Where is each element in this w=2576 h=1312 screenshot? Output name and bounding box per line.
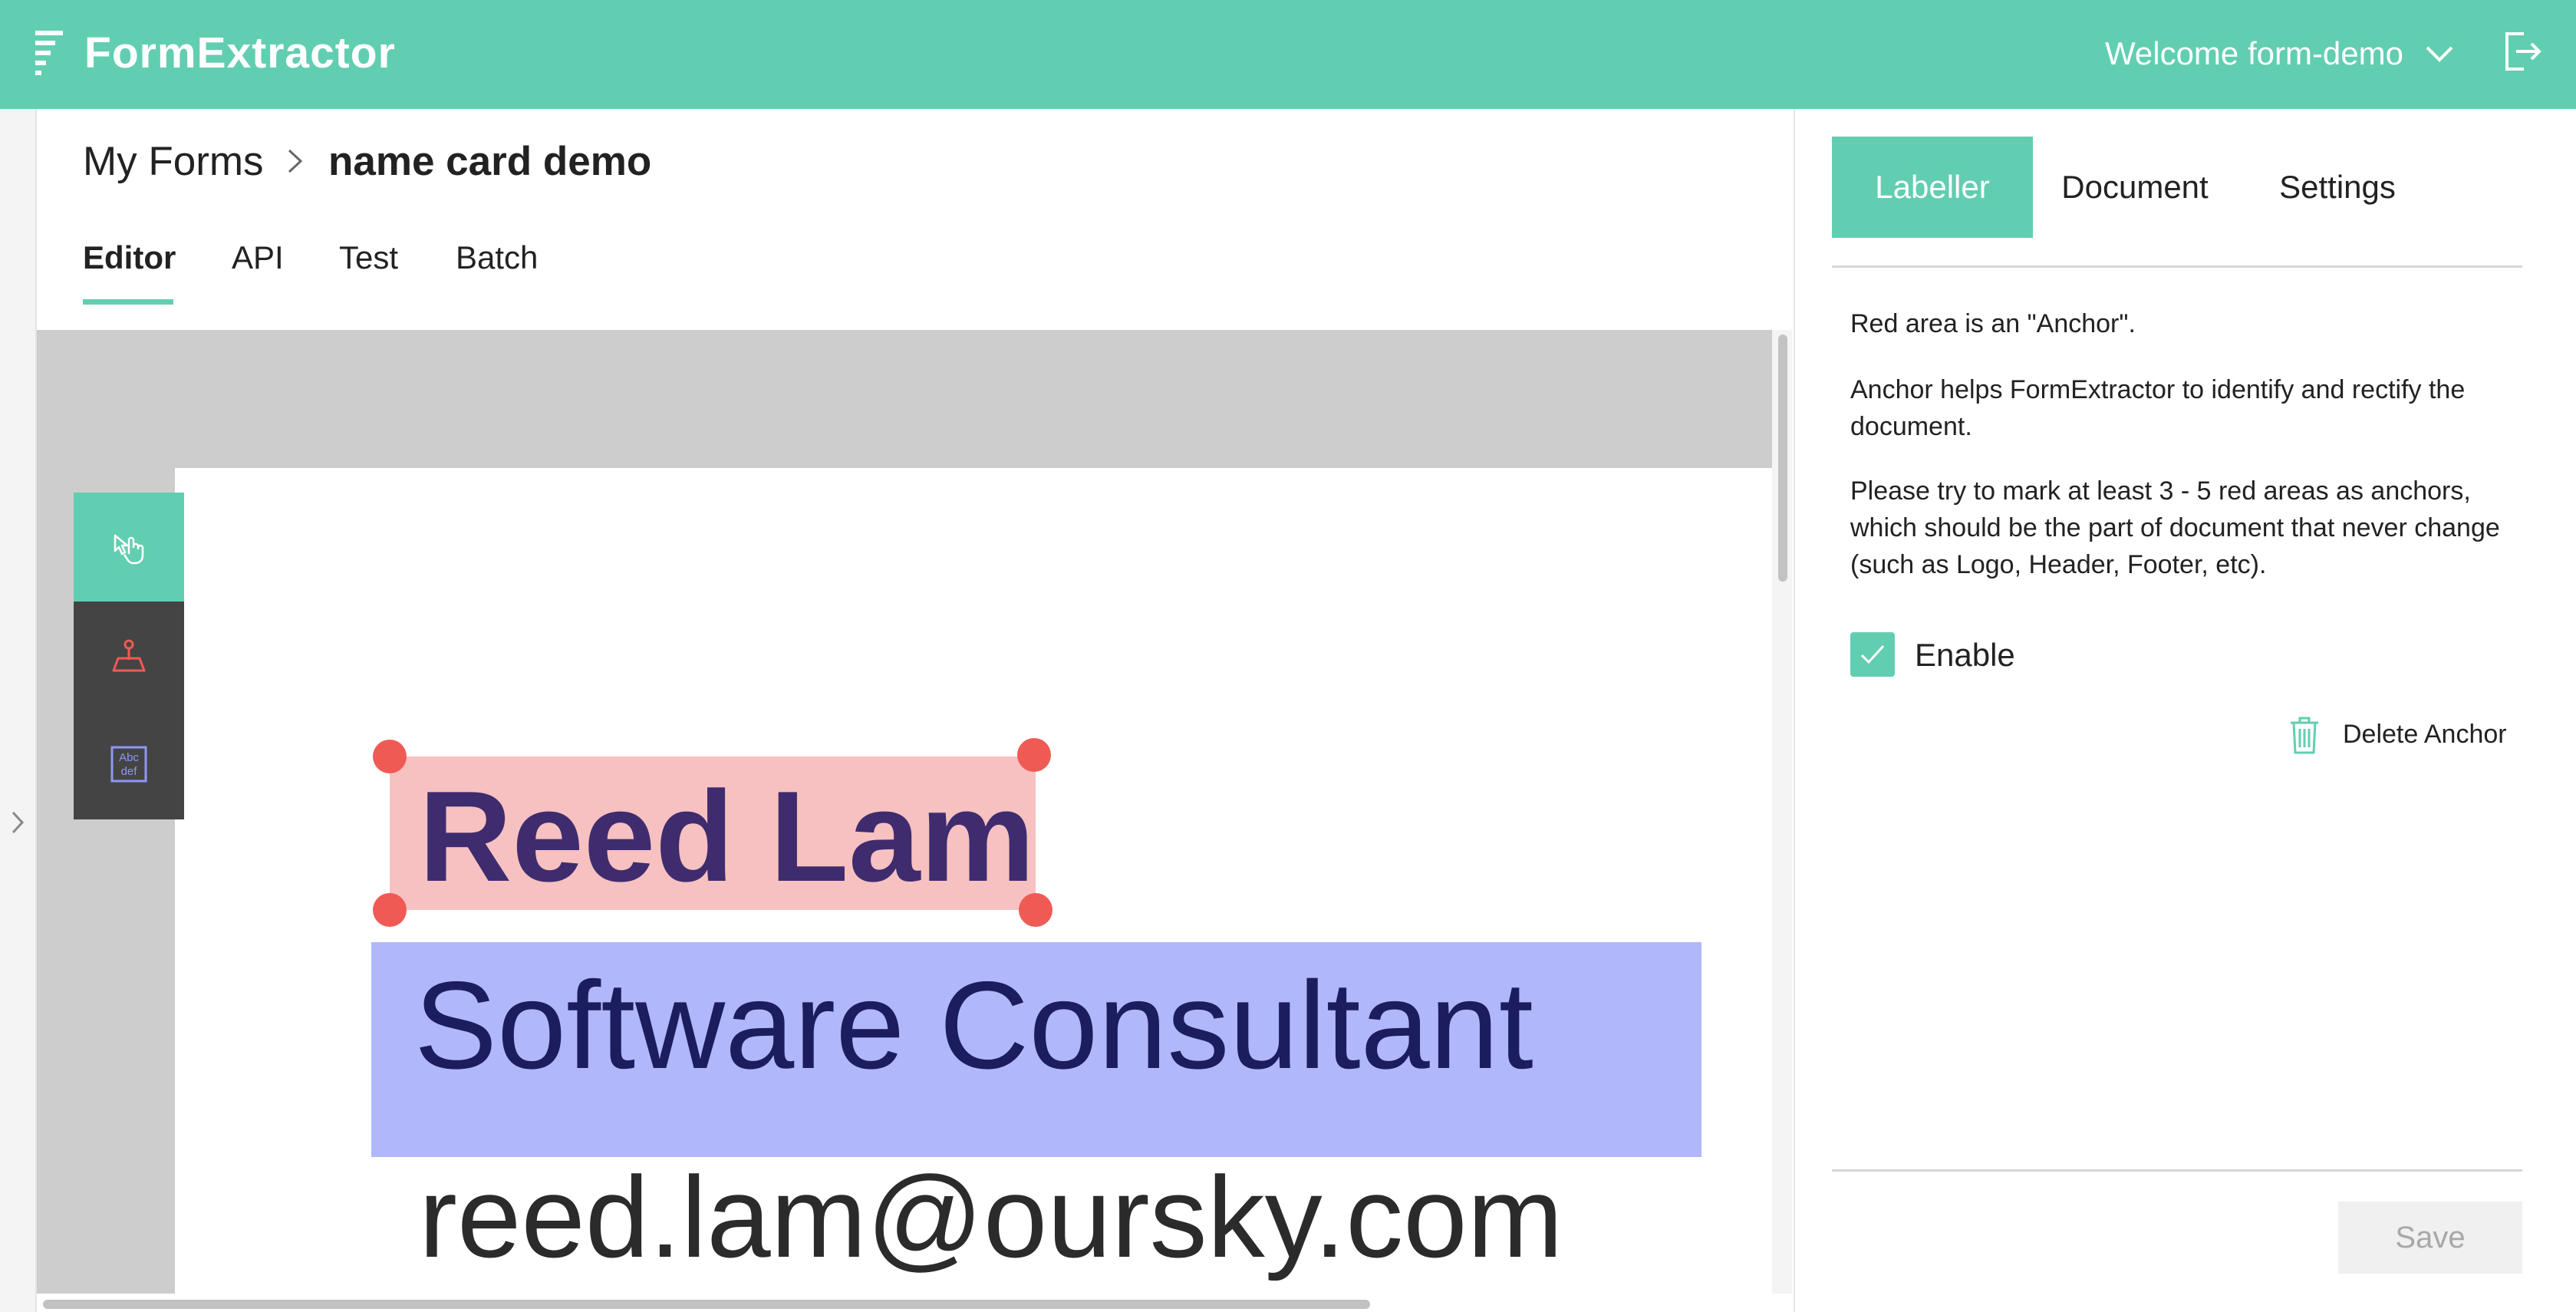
card-email-text: reed.lam@oursky.com (419, 1152, 1563, 1281)
save-button[interactable]: Save (2338, 1202, 2522, 1274)
trash-icon[interactable] (2289, 717, 2320, 755)
breadcrumb-chevron-icon (288, 149, 303, 173)
anchor-tool[interactable] (74, 602, 184, 710)
formextractor-logo-icon (35, 31, 63, 75)
panel-tab-divider (1832, 265, 2522, 268)
anchor-description: Red area is an "Anchor". (1850, 309, 2136, 338)
enable-checkbox[interactable] (1850, 632, 1895, 677)
panel-footer-divider (1832, 1169, 2522, 1172)
collapsed-sidebar[interactable] (0, 109, 37, 1312)
card-title-text: Software Consultant (414, 956, 1533, 1095)
checkmark-icon (1860, 644, 1885, 664)
tab-api[interactable]: API (232, 239, 284, 276)
enable-label[interactable]: Enable (1915, 637, 2015, 674)
chevron-right-icon[interactable] (11, 810, 25, 835)
anchor-handle-top-left[interactable] (373, 740, 407, 773)
svg-text:Abc: Abc (119, 751, 139, 764)
anchor-handle-bottom-left[interactable] (373, 893, 407, 927)
text-field-tool[interactable]: Abc def (74, 710, 184, 819)
horizontal-scrollbar-thumb[interactable] (43, 1300, 1370, 1309)
chevron-down-icon[interactable] (2424, 43, 2455, 64)
user-menu-label[interactable]: Welcome form-demo (2105, 35, 2403, 72)
breadcrumb-my-forms[interactable]: My Forms (83, 138, 264, 185)
anchor-handle-top-right[interactable] (1017, 738, 1051, 772)
card-name-text: Reed Lam (419, 764, 1035, 908)
tab-editor[interactable]: Editor (83, 239, 176, 276)
tab-batch[interactable]: Batch (456, 239, 538, 276)
anchor-help-text: Anchor helps FormExtractor to identify a… (1850, 375, 2466, 441)
page-title: name card demo (328, 139, 652, 184)
tab-test[interactable]: Test (339, 239, 398, 276)
panel-tab-document[interactable]: Document (2033, 137, 2237, 238)
svg-text:def: def (121, 765, 138, 778)
app-name: FormExtractor (84, 28, 396, 77)
anchor-instruction-text: Please try to mark at least 3 - 5 red ar… (1850, 476, 2500, 579)
anchor-handle-bottom-right[interactable] (1019, 893, 1052, 927)
vertical-scrollbar-thumb[interactable] (1778, 335, 1787, 582)
top-bar: FormExtractor Welcome form-demo (0, 0, 2576, 109)
delete-anchor-button[interactable]: Delete Anchor (2343, 720, 2507, 750)
text-abc-def-icon: Abc def (110, 746, 147, 783)
select-tool[interactable] (74, 493, 184, 602)
labeller-panel (1794, 109, 2576, 1312)
hand-pointer-icon (114, 534, 144, 565)
anchor-pin-icon (112, 639, 146, 672)
active-tab-indicator (83, 299, 173, 305)
logout-icon[interactable] (2502, 31, 2542, 72)
panel-tab-labeller[interactable]: Labeller (1832, 137, 2033, 238)
panel-tab-settings[interactable]: Settings (2237, 137, 2438, 238)
